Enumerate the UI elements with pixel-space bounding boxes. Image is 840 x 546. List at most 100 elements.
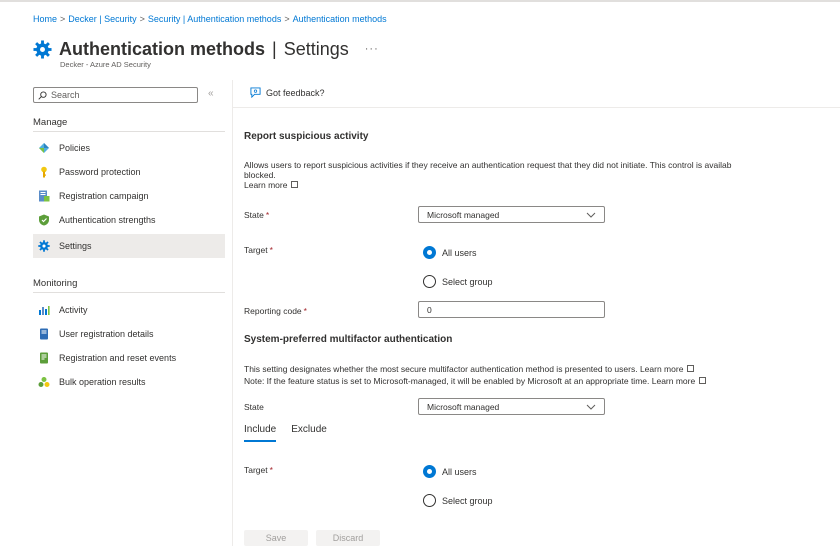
state-label-text: State: [244, 210, 264, 220]
breadcrumb-decker-security[interactable]: Decker | Security: [68, 14, 136, 24]
mfa-target-label: Target *: [244, 465, 273, 475]
breadcrumb-separator: >: [139, 14, 145, 24]
sidebar-item-activity[interactable]: Activity: [33, 298, 225, 322]
mfa-target-all-users-radio[interactable]: All users: [423, 465, 477, 478]
external-link-icon: [687, 365, 695, 372]
sidebar-item-password-protection[interactable]: Password protection: [33, 160, 225, 184]
page-subtitle: Decker - Azure AD Security: [60, 60, 151, 69]
report-state-dropdown[interactable]: Microsoft managed: [418, 206, 605, 223]
external-link-icon: [291, 181, 299, 188]
report-target-all-users-radio[interactable]: All users: [423, 246, 477, 259]
bulk-results-icon: [38, 376, 50, 388]
chevron-down-icon: [586, 404, 596, 410]
search-input[interactable]: [51, 90, 191, 100]
report-state-label: State *: [244, 210, 269, 220]
sidebar-item-label: Registration campaign: [59, 191, 149, 201]
activity-icon: [38, 304, 50, 316]
reporting-code-label: Reporting code *: [244, 306, 307, 316]
dropdown-value: Microsoft managed: [427, 209, 500, 220]
page-title-sub: Settings: [283, 38, 349, 59]
save-button[interactable]: Save: [244, 530, 308, 546]
radio-unchecked-icon: [423, 494, 436, 507]
monitoring-heading: Monitoring: [33, 278, 78, 289]
sidebar-item-label: Activity: [59, 305, 88, 315]
breadcrumb-auth-methods[interactable]: Authentication methods: [293, 14, 387, 24]
policies-icon: [38, 142, 50, 154]
key-icon: [38, 166, 50, 178]
more-options-button[interactable]: ···: [365, 43, 379, 55]
sidebar-item-registration-campaign[interactable]: Registration campaign: [33, 184, 225, 208]
required-marker: *: [303, 306, 307, 316]
search-icon: [38, 90, 47, 100]
manage-divider: [33, 131, 225, 132]
mfa-learn-more-link-1[interactable]: Learn more: [639, 364, 695, 374]
mfa-description-line2: Note: If the feature status is set to Mi…: [244, 376, 707, 386]
monitoring-divider: [33, 292, 225, 293]
sidebar-item-label: Bulk operation results: [59, 377, 146, 387]
sidebar-item-authentication-strengths[interactable]: Authentication strengths: [33, 208, 225, 232]
page-header: Authentication methods | Settings ···: [33, 36, 379, 62]
radio-unchecked-icon: [423, 275, 436, 288]
radio-checked-icon: [423, 465, 436, 478]
system-preferred-mfa-heading: System-preferred multifactor authenticat…: [244, 334, 453, 345]
report-description-line1: Allows users to report suspicious activi…: [244, 160, 732, 170]
breadcrumb-security-auth-methods[interactable]: Security | Authentication methods: [148, 14, 281, 24]
collapse-sidebar-button[interactable]: «: [208, 88, 214, 99]
gear-icon: [33, 39, 52, 59]
dropdown-value: Microsoft managed: [427, 401, 500, 412]
page-title: Authentication methods | Settings: [59, 39, 349, 60]
manage-heading: Manage: [33, 117, 68, 128]
tab-exclude[interactable]: Exclude: [291, 424, 327, 442]
report-target-label: Target *: [244, 245, 273, 255]
include-exclude-tabs: Include Exclude: [244, 424, 342, 442]
learn-more-label: Learn more: [651, 376, 696, 386]
sidebar-divider: [232, 80, 233, 546]
report-learn-more-link[interactable]: Learn more: [244, 180, 299, 190]
discard-button[interactable]: Discard: [316, 530, 380, 546]
required-marker: *: [269, 465, 273, 475]
feedback-label: Got feedback?: [266, 87, 325, 98]
sidebar-search[interactable]: [33, 87, 198, 103]
page-title-divider: |: [272, 38, 277, 59]
sidebar-item-registration-and-reset-events[interactable]: Registration and reset events: [33, 346, 225, 370]
mfa-description-line1: This setting designates whether the most…: [244, 364, 695, 374]
user-registration-icon: [38, 328, 50, 340]
events-icon: [38, 352, 50, 364]
breadcrumb-separator: >: [60, 14, 66, 24]
report-description-line2: blocked.: [244, 170, 276, 180]
sidebar-item-policies[interactable]: Policies: [33, 136, 225, 160]
required-marker: *: [269, 245, 273, 255]
reporting-code-label-text: Reporting code: [244, 306, 302, 316]
chevron-down-icon: [586, 212, 596, 218]
sidebar-item-label: Policies: [59, 143, 91, 153]
sidebar-item-bulk-operation-results[interactable]: Bulk operation results: [33, 370, 225, 394]
mfa-description-text: This setting designates whether the most…: [244, 364, 638, 374]
radio-label: Select group: [442, 276, 493, 287]
report-target-select-group-radio[interactable]: Select group: [423, 275, 493, 288]
target-label-text: Target: [244, 465, 268, 475]
sidebar-item-settings[interactable]: Settings: [33, 234, 225, 258]
mfa-learn-more-link-2[interactable]: Learn more: [651, 376, 707, 386]
required-marker: *: [265, 210, 270, 220]
sidebar-item-label: Authentication strengths: [59, 215, 156, 225]
mfa-target-select-group-radio[interactable]: Select group: [423, 494, 493, 507]
feedback-button[interactable]: Got feedback?: [250, 87, 325, 98]
learn-more-label: Learn more: [639, 364, 684, 374]
page-title-main: Authentication methods: [59, 38, 265, 59]
tab-include[interactable]: Include: [244, 424, 277, 442]
radio-checked-icon: [423, 246, 436, 259]
command-bar: Got feedback?: [233, 80, 840, 108]
top-divider: [0, 0, 840, 2]
reporting-code-input[interactable]: [418, 301, 605, 318]
breadcrumb-separator: >: [284, 14, 290, 24]
sidebar-item-user-registration-details[interactable]: User registration details: [33, 322, 225, 346]
breadcrumb-home[interactable]: Home: [33, 14, 57, 24]
sidebar-item-label: Registration and reset events: [59, 353, 177, 363]
gear-icon: [38, 240, 50, 252]
mfa-note-text: Note: If the feature status is set to Mi…: [244, 376, 650, 386]
target-label-text: Target: [244, 245, 268, 255]
breadcrumb: Home > Decker | Security > Security | Authen…: [33, 14, 387, 24]
mfa-state-label: State: [244, 402, 264, 412]
mfa-state-dropdown[interactable]: Microsoft managed: [418, 398, 605, 415]
radio-label: All users: [442, 247, 477, 258]
